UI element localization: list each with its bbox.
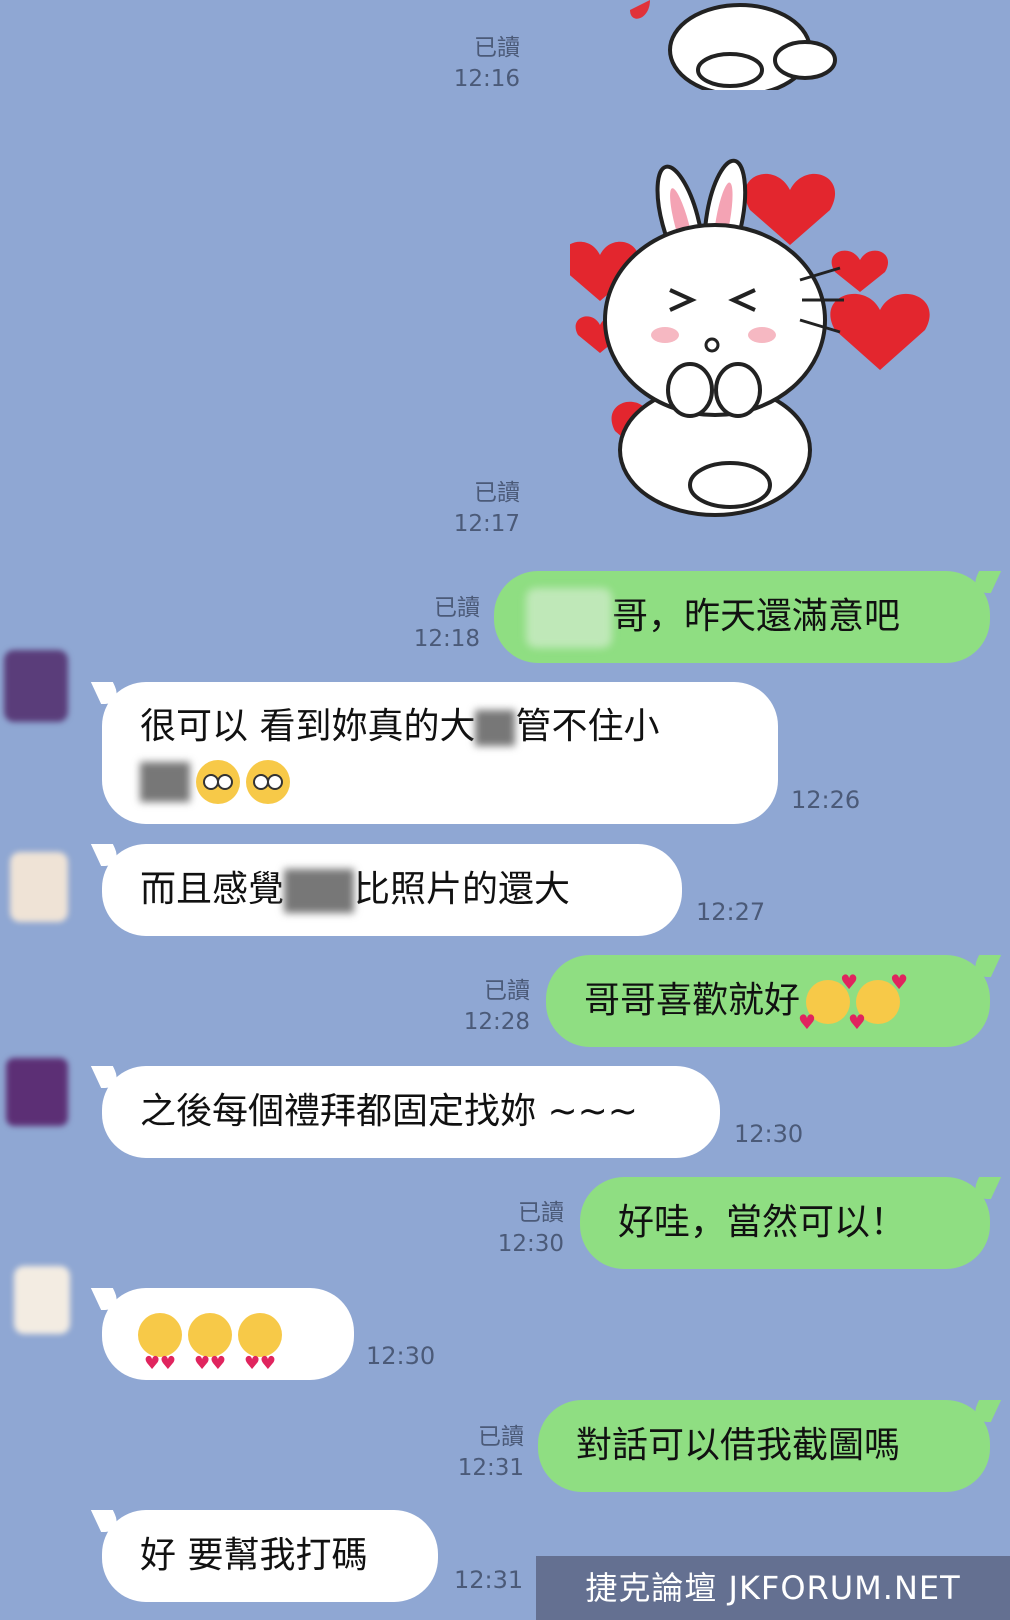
read-receipt: 已讀 [434,595,480,621]
read-receipt: 已讀 [474,35,520,61]
msg-4-meta: 已讀 12:28 [450,976,530,1038]
redacted-name [526,588,612,648]
smiling-face-with-hearts-emoji [798,936,858,1068]
sticker-1-meta: 已讀 12:16 [440,33,520,95]
message-text: 管不住小 [515,706,660,747]
redacted-text [140,762,190,802]
message-text: 很可以 看到妳真的大 [140,706,476,747]
timestamp: 12:27 [696,898,766,926]
incoming-message[interactable]: 而且感覺 比照片的還大 [102,844,682,936]
message-text: 好 要幫我打碼 [140,1535,368,1576]
redacted-text [475,710,516,746]
flushed-face-emoji [196,760,240,804]
timestamp: 12:17 [453,511,520,537]
timestamp: 12:31 [454,1566,524,1594]
message-text: 而且感覺 [140,869,285,910]
msg-8-meta: 已讀 12:31 [444,1422,524,1484]
message-text: 比照片的還大 [354,869,571,910]
incoming-message[interactable]: 之後每個禮拜都固定找妳 ~~~ [102,1066,720,1158]
read-receipt: 已讀 [478,1424,524,1450]
message-line-1: 很可以 看到妳真的大 管不住小 [140,700,740,754]
outgoing-message[interactable]: 哥，昨天還滿意吧 [494,571,990,663]
avatar[interactable] [10,852,68,922]
timestamp: 12:28 [463,1009,530,1035]
flushed-face-emoji [246,760,290,804]
forum-watermark: 捷克論壇 JKFORUM.NET [536,1556,1010,1620]
read-receipt: 已讀 [518,1200,564,1226]
rabbit-sticker-top[interactable] [620,0,880,90]
avatar[interactable] [14,1266,70,1334]
incoming-message[interactable]: 好 要幫我打碼 [102,1510,438,1602]
message-text: 哥，昨天還滿意吧 [612,596,901,637]
outgoing-message[interactable]: 好哇，當然可以！ [580,1177,990,1269]
timestamp: 12:16 [453,66,520,92]
timestamp: 12:30 [366,1342,436,1370]
outgoing-message[interactable]: 對話可以借我截圖嗎 [538,1400,990,1492]
heart-eyes-emoji [238,1313,282,1410]
heart-eyes-emoji [188,1313,232,1410]
message-text: 好哇，當然可以！ [618,1202,907,1243]
heart-eyes-emoji [138,1313,182,1410]
timestamp: 12:30 [734,1120,804,1148]
outgoing-message[interactable]: 哥哥喜歡就好 [546,936,990,1068]
sticker-2-meta: 已讀 12:17 [440,478,520,540]
redacted-text [284,869,355,913]
msg-6-meta: 已讀 12:30 [484,1198,564,1260]
smiling-face-with-hearts-emoji [848,936,908,1068]
read-receipt: 已讀 [474,480,520,506]
timestamp: 12:18 [413,626,480,652]
message-text: 哥哥喜歡就好 [584,980,801,1021]
timestamp: 12:26 [791,786,861,814]
avatar[interactable] [6,1058,68,1126]
timestamp: 12:31 [457,1455,524,1481]
read-receipt: 已讀 [484,978,530,1004]
incoming-message[interactable]: 很可以 看到妳真的大 管不住小 [102,682,778,824]
incoming-message[interactable] [102,1288,354,1410]
avatar[interactable] [4,650,68,722]
message-line-2 [140,754,740,808]
rabbit-sticker-hearts[interactable] [570,150,960,530]
message-text: 之後每個禮拜都固定找妳 ~~~ [140,1091,638,1132]
message-text: 對話可以借我截圖嗎 [576,1425,901,1466]
timestamp: 12:30 [497,1231,564,1257]
msg-1-meta: 已讀 12:18 [400,593,480,655]
